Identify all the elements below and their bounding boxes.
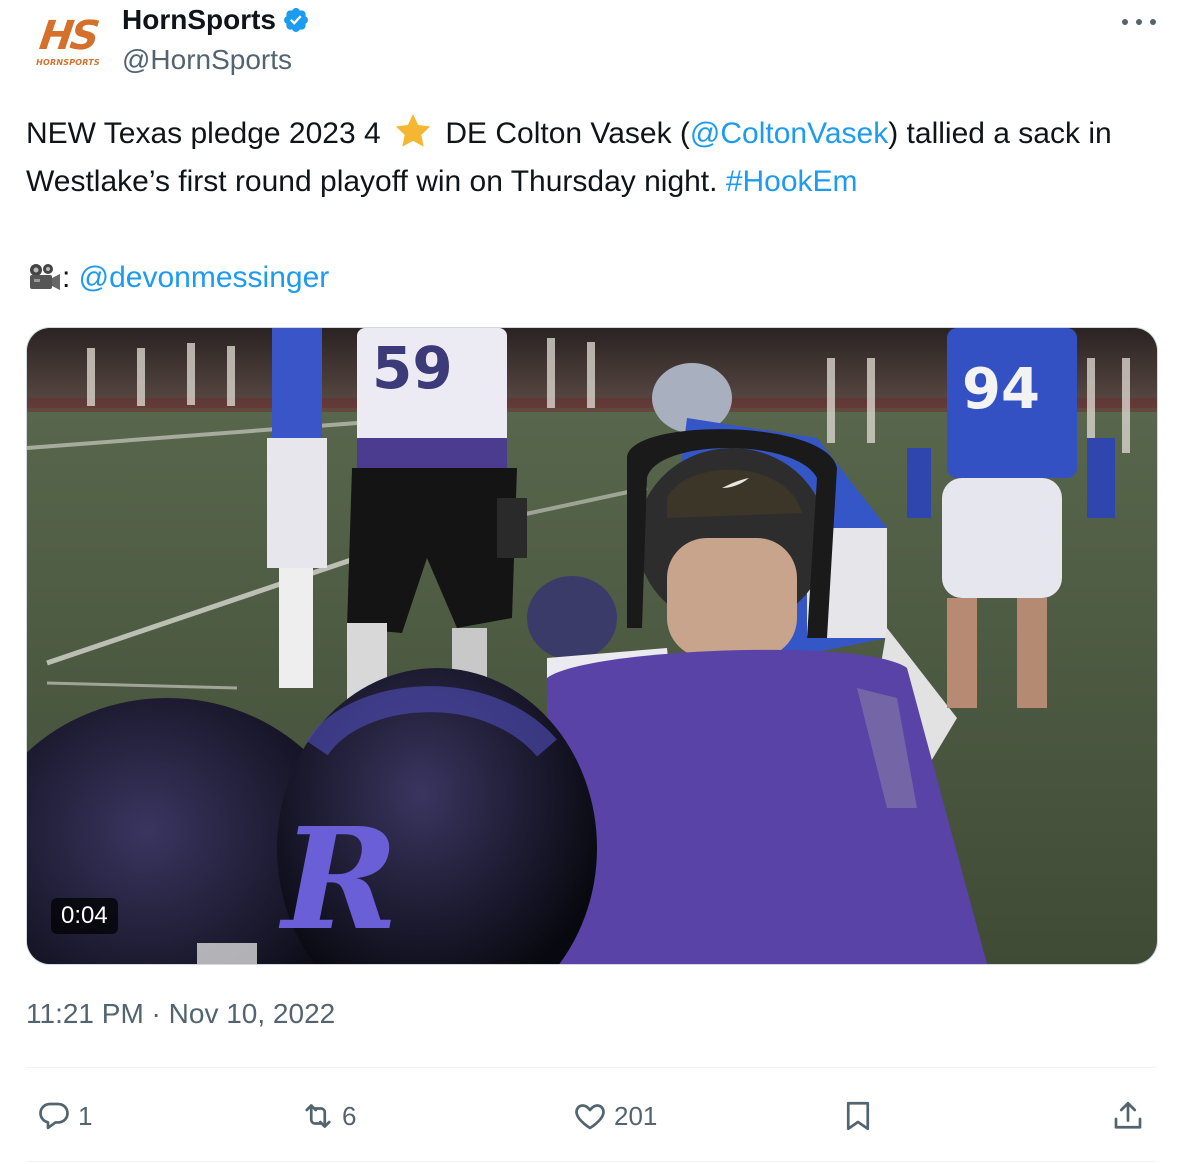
tweet-text-part2: DE Colton Vasek ( [437, 117, 690, 150]
reply-icon [39, 1102, 69, 1130]
mention-coltonvasek[interactable]: @ColtonVasek [690, 117, 888, 150]
video-player[interactable]: 59 94 R 0:04 [26, 327, 1158, 965]
tweet-text: NEW Texas pledge 2023 4 DE Colton Vasek … [26, 110, 1166, 206]
hornsports-logo: HS [36, 12, 100, 59]
hashtag-hookem[interactable]: #HookEm [726, 165, 858, 198]
star-icon [395, 114, 431, 147]
retweet-icon [305, 1104, 331, 1128]
bookmark-icon [846, 1101, 870, 1131]
share-button[interactable] [1110, 1086, 1146, 1146]
helmet-logo-r: R [278, 798, 398, 962]
mention-devonmessinger[interactable]: @devonmessinger [79, 261, 330, 294]
retweet-button[interactable]: 6 [300, 1086, 356, 1146]
share-icon [1114, 1101, 1142, 1129]
divider [26, 1067, 1156, 1068]
more-options-icon[interactable] [1122, 10, 1156, 34]
more-dot [1122, 19, 1128, 25]
movie-camera-icon [30, 264, 60, 290]
jersey-number-59: 59 [372, 334, 453, 402]
display-name[interactable]: HornSports [122, 4, 276, 36]
author-name-row: HornSports [122, 4, 310, 36]
action-bar: 1 6 201 [26, 1086, 1156, 1146]
verified-badge-icon [284, 8, 308, 32]
like-count: 201 [614, 1100, 658, 1131]
more-dot [1136, 19, 1142, 25]
heart-icon [575, 1104, 605, 1130]
jersey-number-94: 94 [962, 357, 1040, 422]
tweet-text-part1: NEW Texas pledge 2023 4 [26, 117, 390, 150]
handle[interactable]: @HornSports [122, 44, 292, 76]
avatar[interactable]: HS HORNSPORTS [28, 10, 108, 72]
divider [26, 1161, 1156, 1162]
tweet-timestamp[interactable]: 11:21 PM · Nov 10, 2022 [26, 998, 335, 1030]
camera-separator: : [62, 261, 79, 294]
retweet-count: 6 [342, 1100, 357, 1131]
video-frame: 59 94 R [27, 328, 1157, 964]
more-dot [1150, 19, 1156, 25]
reply-button[interactable]: 1 [36, 1086, 92, 1146]
camera-credit-line: : @devonmessinger [26, 254, 329, 302]
video-duration: 0:04 [51, 898, 118, 934]
reply-count: 1 [78, 1100, 93, 1131]
like-button[interactable]: 201 [572, 1086, 657, 1146]
bookmark-button[interactable] [840, 1086, 876, 1146]
